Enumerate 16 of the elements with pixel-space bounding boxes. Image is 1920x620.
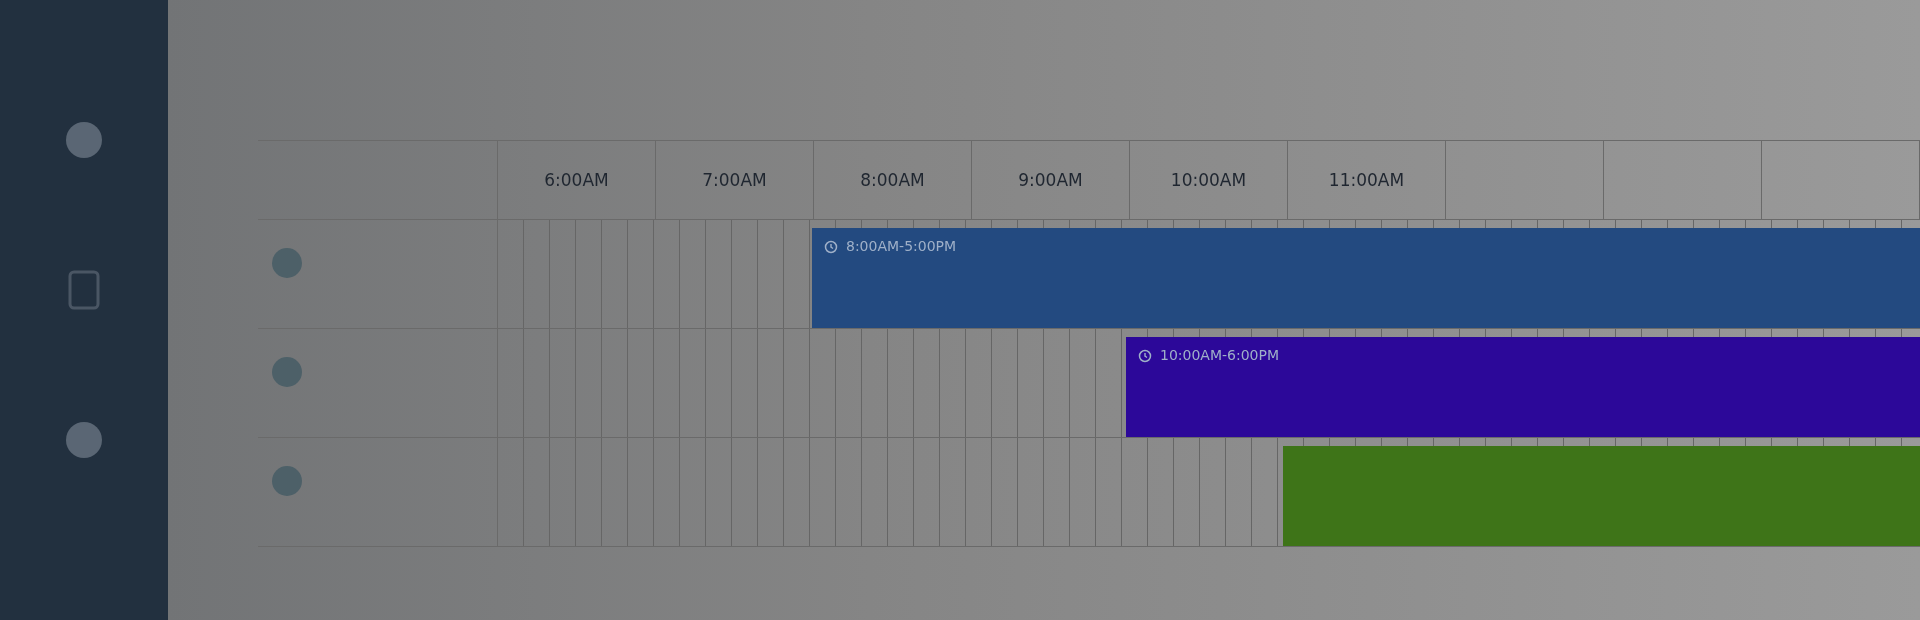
- shift-time: 8:00AM-5:00PM: [846, 238, 957, 254]
- hour-header-cell: 11:00AM: [1288, 141, 1446, 219]
- hour-header-cell: 8:00AM: [814, 141, 972, 219]
- avatar: [272, 466, 302, 496]
- shift-bar[interactable]: 10:00AM-6:00PM: [1126, 337, 1920, 437]
- hour-header-cell: 9:00AM: [972, 141, 1130, 219]
- hour-header-cell: 6:00AM: [498, 141, 656, 219]
- hour-header-cell: 10:00AM: [1130, 141, 1288, 219]
- hour-header-cell: 7:00AM: [656, 141, 814, 219]
- clock-icon: [1138, 349, 1152, 363]
- avatar: [272, 248, 302, 278]
- document-icon[interactable]: [68, 270, 100, 310]
- shift-time: 10:00AM-6:00PM: [1160, 347, 1279, 363]
- avatar: [272, 357, 302, 387]
- clock-icon: [824, 240, 838, 254]
- shift-bar[interactable]: 8:00AM-5:00PM: [812, 228, 1920, 328]
